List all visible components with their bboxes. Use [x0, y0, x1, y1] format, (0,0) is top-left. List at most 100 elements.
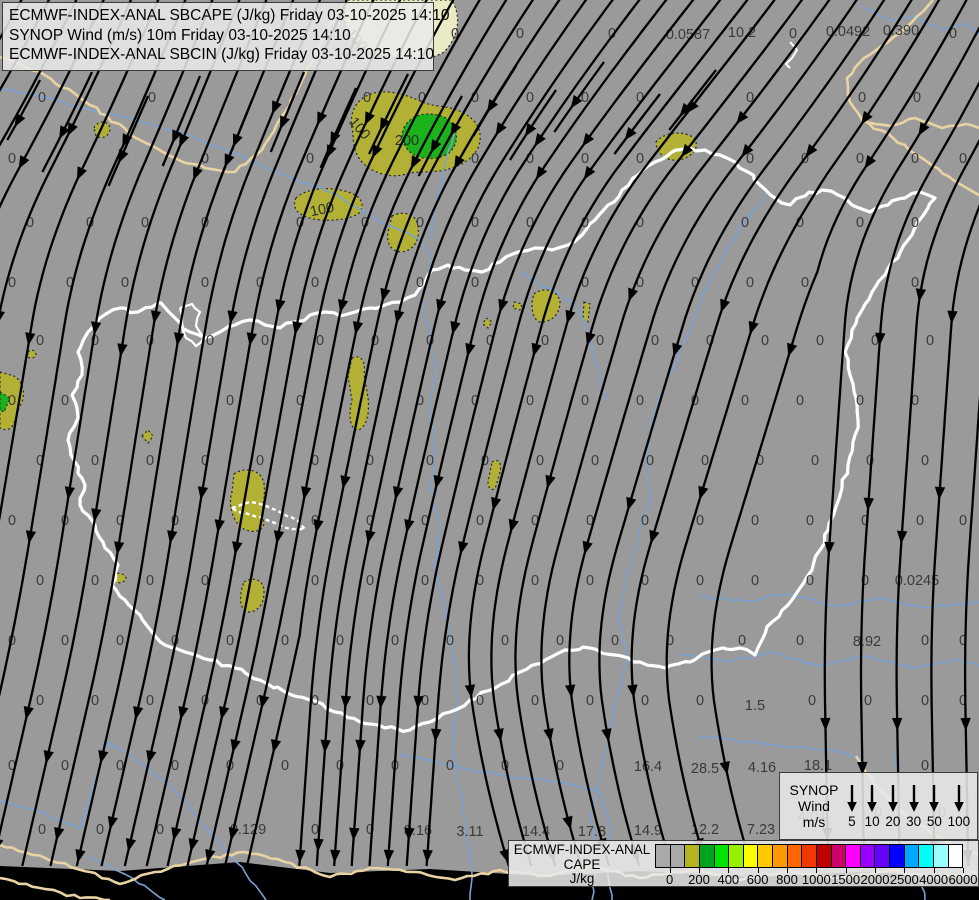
- map-value-label: 0: [61, 633, 69, 649]
- map-value-label: 0: [696, 693, 704, 709]
- cape-patch: [239, 578, 265, 613]
- map-value-label: 0: [586, 693, 594, 709]
- map-value-label: 0: [226, 633, 234, 649]
- wind-legend: SYNOP Wind m/s 5 10 20 30 50 100: [779, 772, 978, 840]
- title-box: ECMWF-INDEX-ANAL SBCAPE (J/kg) Friday 03…: [2, 2, 449, 71]
- cape-color-box: [816, 844, 832, 868]
- map-value-label: 1.5: [745, 698, 765, 714]
- map-value-label: 28.5: [691, 761, 719, 777]
- map-value-label: 7.23: [747, 822, 775, 838]
- cape-color-box: [699, 844, 715, 868]
- wind-speed-label: 10: [864, 814, 880, 829]
- cape-tick-label: 1000: [801, 872, 831, 887]
- map-value-label: 0: [501, 633, 509, 649]
- map-value-label: 0: [911, 215, 919, 231]
- wind-speed-column: 10: [865, 783, 880, 829]
- map-value-label: 10.2: [728, 25, 756, 41]
- map-value-label: 0: [586, 573, 594, 589]
- map-value-label: 0: [206, 333, 214, 349]
- map-value-label: 0: [641, 693, 649, 709]
- map-value-label: 0: [146, 573, 154, 589]
- map-value-label: 0: [421, 693, 429, 709]
- map-value-label: 0: [651, 333, 659, 349]
- map-value-label: 0: [91, 693, 99, 709]
- cape-color-box: [875, 844, 890, 868]
- map-value-label: 0: [8, 393, 16, 409]
- map-value-label: 0: [226, 393, 234, 409]
- cape-color-box: [729, 844, 744, 868]
- cape-color-box: [685, 844, 700, 868]
- map-value-label: 0: [751, 513, 759, 529]
- cape-color-box: [773, 844, 788, 868]
- title-line-wind: SYNOP Wind (m/s) 10m Friday 03-10-2025 1…: [9, 26, 351, 44]
- map-value-label: 0: [531, 573, 539, 589]
- wind-speed-column: 5: [845, 783, 859, 829]
- map-value-label: 0: [416, 215, 424, 231]
- cape-color-box: [831, 844, 847, 868]
- map-value-label: 0: [811, 453, 819, 469]
- wind-speed-scale: 5 10 20 30 50 100: [842, 783, 977, 829]
- map-value-label: 0: [921, 453, 929, 469]
- wind-speed-label: 5: [848, 814, 856, 829]
- cape-color-box: [890, 844, 905, 868]
- map-value-label: 0: [556, 633, 564, 649]
- map-value-label: 0: [446, 633, 454, 649]
- map-value-label: 0: [281, 633, 289, 649]
- cape-tick-label: 1500: [831, 872, 861, 887]
- map-value-label: 0: [696, 573, 704, 589]
- neighbor-borders: [0, 0, 979, 900]
- map-value-label: 0: [8, 151, 16, 167]
- map-value-label: 0: [959, 513, 967, 529]
- map-value-label: 0: [146, 453, 154, 469]
- cape-tick-label: 2000: [860, 872, 890, 887]
- map-value-label: 0: [636, 151, 644, 167]
- wind-legend-units: m/s: [802, 814, 826, 830]
- map-value-label: 0: [476, 513, 484, 529]
- map-canvas: 0 0 0 0 0 0 0 0 0 0 0 0 0 0 0 0 0 0 0 0 0 0 0 0 0 0 0 0 0 0 0 0 0 0 0 0 0 0 0 0…: [0, 0, 979, 900]
- wind-speed-column: 20: [885, 783, 900, 829]
- map-value-label: 0: [808, 693, 816, 709]
- cape-color-box: [933, 844, 949, 868]
- wind-arrow-icon: [867, 785, 877, 812]
- map-value-label: 0: [751, 573, 759, 589]
- map-value-label: 0: [789, 26, 797, 42]
- wind-speed-column: 50: [927, 783, 942, 829]
- wind-arrow-icon: [908, 785, 919, 812]
- map-value-label: 0: [426, 453, 434, 469]
- cape-color-box: [787, 844, 803, 868]
- cape-color-box: [919, 844, 934, 868]
- map-value-label: 0: [806, 513, 814, 529]
- cape-tick-label: 4000: [919, 872, 949, 887]
- map-value-label: 0: [471, 275, 479, 291]
- map-value-label: 0: [516, 26, 524, 42]
- map-value-label: 0: [148, 90, 156, 106]
- map-value-label: 0: [421, 573, 429, 589]
- cape-tick-label: 6000: [948, 872, 978, 887]
- map-value-label: 0: [911, 151, 919, 167]
- map-value-label: 0: [926, 333, 934, 349]
- map-value-label: 0: [526, 90, 534, 106]
- map-value-label: 0: [856, 393, 864, 409]
- map-value-label: 0: [596, 333, 604, 349]
- map-value-label: 0: [916, 513, 924, 529]
- map-value-label: 0: [416, 275, 424, 291]
- map-value-label: 0: [536, 453, 544, 469]
- map-value-label: 0: [261, 333, 269, 349]
- cape-color-box: [670, 844, 686, 868]
- wind-speed-label: 100: [947, 814, 971, 829]
- map-value-label: 0: [801, 275, 809, 291]
- title-line-sbcin: ECMWF-INDEX-ANAL SBCIN (J/kg) Friday 03-…: [9, 46, 434, 63]
- cape-tick-label: 2500: [889, 872, 919, 887]
- cape-color-box: [714, 844, 730, 868]
- map-value-label: 0: [761, 333, 769, 349]
- map-value-label: 0: [8, 513, 16, 529]
- map-value-label: 0: [36, 573, 44, 589]
- map-value-label: 0: [581, 393, 589, 409]
- map-value-label: 0: [541, 333, 549, 349]
- cape-tick-label: 400: [717, 872, 740, 887]
- map-value-label: 0: [121, 275, 129, 291]
- wind-speed-label: 20: [885, 814, 901, 829]
- map-value-label: 0: [921, 633, 929, 649]
- cape-patch: [531, 289, 561, 323]
- map-value-label: 0: [61, 758, 69, 774]
